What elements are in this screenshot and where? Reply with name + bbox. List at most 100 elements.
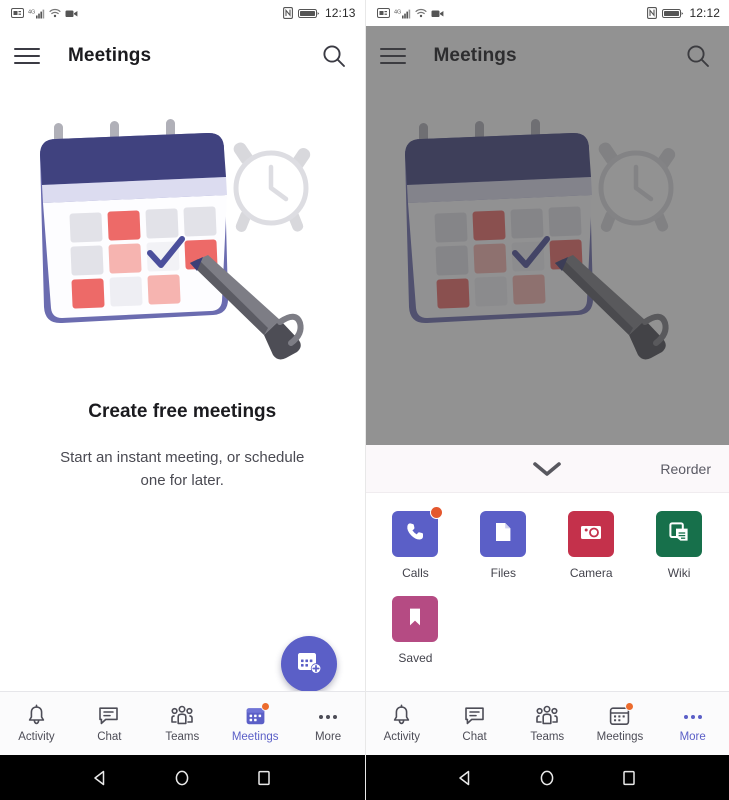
recents-button[interactable] [254, 768, 274, 788]
hamburger-menu-icon[interactable] [14, 46, 40, 66]
nav-item-meetings[interactable]: Meetings [584, 702, 657, 743]
home-button[interactable] [537, 768, 557, 788]
nav-label-more: More [314, 731, 342, 743]
nav-label-more: More [679, 731, 706, 743]
calendar-add-icon [295, 648, 323, 681]
status-bar-right-icons: 12:12 [647, 6, 720, 20]
signal-4g-icon: 4G [394, 8, 411, 19]
app-label-saved: Saved [398, 651, 433, 665]
more-apps-bottom-sheet: Reorder Calls Files Camera Wiki Saved [365, 445, 729, 691]
calendar-with-pen-and-alarm-clock-illustration [0, 85, 365, 395]
svg-text:4G: 4G [394, 9, 401, 15]
chevron-down-icon[interactable] [530, 459, 564, 479]
calendar-with-pen-and-alarm-clock-illustration [366, 85, 729, 395]
status-bar-right-icons: 12:13 [283, 6, 356, 20]
nav-item-teams[interactable]: Teams [511, 704, 584, 743]
nav-label-chat: Chat [462, 731, 487, 743]
calls-app-tile [392, 506, 444, 557]
status-bar-clock: 12:12 [689, 6, 720, 20]
files-app-tile [480, 511, 527, 557]
nav-item-chat[interactable]: Chat [438, 704, 511, 743]
people-icon [535, 704, 559, 726]
bottom-navigation-bar: Activity Chat Teams Meetings More [0, 691, 365, 755]
nfc-icon [647, 7, 658, 19]
bell-icon [26, 704, 47, 726]
ellipsis-icon [316, 704, 340, 726]
nav-item-teams[interactable]: Teams [146, 704, 219, 743]
status-bar: 4G 12:13 [0, 0, 365, 26]
wifi-icon [414, 8, 427, 18]
calendar-icon [609, 702, 635, 726]
signal-4g-icon: 4G [28, 8, 45, 19]
search-icon[interactable] [683, 41, 713, 71]
nav-item-more[interactable]: More [656, 704, 729, 743]
app-grid: Calls Files Camera Wiki Saved [366, 493, 729, 681]
nav-item-more[interactable]: More [292, 704, 365, 743]
nav-label-activity: Activity [383, 731, 421, 743]
wiki-app-tile [656, 511, 703, 557]
app-bar: Meetings [0, 26, 365, 85]
status-bar-clock: 12:13 [324, 6, 356, 20]
nav-label-teams: Teams [530, 731, 565, 743]
file-icon [492, 520, 514, 549]
empty-state-title: Create free meetings [88, 401, 277, 422]
wifi-icon [49, 8, 61, 18]
app-cell-files[interactable]: Files [459, 511, 547, 580]
battery-icon [297, 8, 320, 19]
app-label-camera: Camera [569, 566, 613, 580]
meetings-badge [260, 702, 270, 711]
app-label-files: Files [490, 566, 516, 580]
status-bar-left-icons: 4G [376, 8, 444, 19]
app-label-calls: Calls [402, 566, 429, 580]
left-phone-screen: 4G 12:13 Meetings Create free meetings S… [0, 0, 365, 800]
app-bar: Meetings [365, 26, 729, 85]
bookmark-icon [406, 605, 424, 634]
nav-item-meetings[interactable]: Meetings [219, 702, 292, 743]
app-cell-camera[interactable]: Camera [547, 511, 635, 580]
nav-label-activity: Activity [18, 731, 55, 743]
nfc-icon [283, 7, 293, 19]
svg-text:4G: 4G [28, 9, 35, 15]
nav-item-activity[interactable]: Activity [366, 704, 439, 743]
calls-notification-badge [430, 506, 444, 519]
calendar-icon [245, 702, 270, 726]
android-system-navigation-bar [365, 755, 729, 800]
saved-app-tile [392, 596, 439, 642]
video-recording-icon [431, 9, 444, 18]
app-label-wiki: Wiki [667, 566, 691, 580]
nav-item-activity[interactable]: Activity [0, 704, 73, 743]
chat-bubble-icon [98, 704, 120, 726]
back-button[interactable] [455, 768, 475, 788]
back-button[interactable] [90, 768, 110, 788]
battery-icon [662, 8, 684, 19]
video-recording-icon [65, 9, 78, 18]
app-cell-wiki[interactable]: Wiki [635, 511, 723, 580]
meetings-badge [625, 702, 635, 711]
right-phone-screen: 4G 12:12 Meetings Reorder Calls Files Ca… [364, 0, 729, 800]
app-cell-calls[interactable]: Calls [372, 506, 460, 580]
nav-label-meetings: Meetings [231, 731, 279, 743]
camera-app-tile [568, 511, 615, 557]
hamburger-menu-icon[interactable] [379, 46, 406, 66]
app-cell-saved[interactable]: Saved [372, 596, 460, 665]
bell-icon [391, 704, 412, 726]
status-bar-left-icons: 4G [11, 8, 78, 19]
nav-label-chat: Chat [97, 731, 122, 743]
page-title: Meetings [68, 44, 152, 66]
search-icon[interactable] [319, 41, 349, 71]
people-icon [170, 704, 194, 726]
bottom-navigation-bar: Activity Chat Teams Meetings More [365, 691, 729, 755]
chat-bubble-icon [464, 704, 486, 726]
dual-screenshot-container: 4G 12:13 Meetings Create free meetings S… [0, 0, 729, 800]
home-button[interactable] [172, 768, 192, 788]
page-title: Meetings [433, 44, 517, 66]
reorder-button[interactable]: Reorder [660, 461, 711, 477]
sim-card-icon [376, 8, 390, 18]
new-meeting-fab[interactable] [280, 636, 337, 692]
empty-state-subtitle: Start an instant meeting, or schedule on… [60, 449, 305, 489]
nav-item-chat[interactable]: Chat [73, 704, 146, 743]
recents-button[interactable] [619, 768, 639, 788]
status-bar: 4G 12:12 [365, 0, 729, 26]
wiki-pages-icon [667, 520, 691, 549]
bottom-sheet-header: Reorder [365, 445, 729, 493]
